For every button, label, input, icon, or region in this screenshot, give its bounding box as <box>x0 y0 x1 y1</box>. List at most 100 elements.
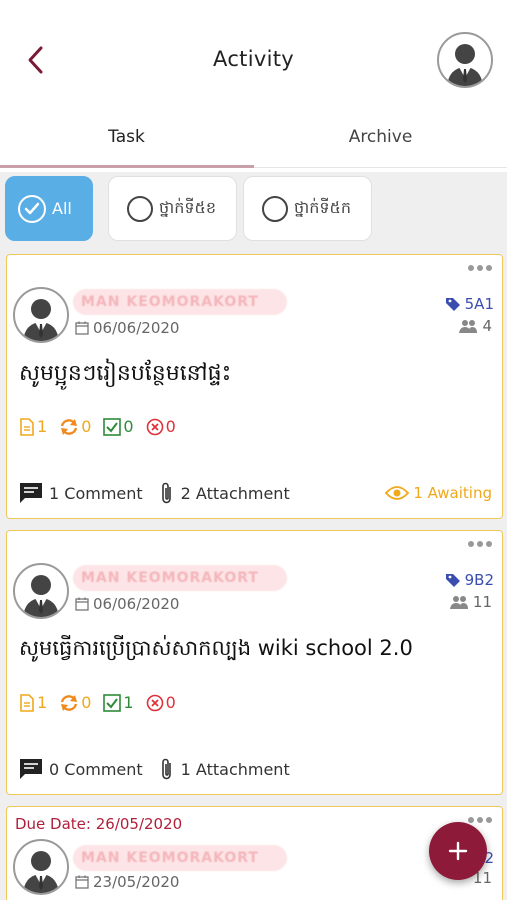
task-card[interactable]: MAN KEOMORAKORT 06/06/2020 5A1 4 សូមប្អូ… <box>6 254 503 519</box>
stat-files: 1 <box>19 417 47 436</box>
stat-rejected: 0 <box>146 693 176 712</box>
stat-rejected-value: 0 <box>165 693 176 712</box>
check-circle-icon <box>18 194 46 223</box>
author-avatar <box>13 563 69 619</box>
paperclip-icon <box>161 758 171 780</box>
comment-icon <box>20 483 42 503</box>
stat-files: 1 <box>19 693 47 712</box>
checkbox-icon <box>103 417 122 436</box>
document-icon <box>20 417 34 436</box>
task-stats: 1 0 0 0 <box>19 417 176 436</box>
author-avatar <box>13 287 69 343</box>
cancel-circle-icon <box>146 418 163 435</box>
sync-icon <box>61 694 78 711</box>
stat-done-value: 1 <box>123 693 134 712</box>
calendar-icon <box>75 597 89 611</box>
post-date: 06/06/2020 <box>75 319 179 337</box>
sync-icon <box>61 418 78 435</box>
filter-all-label: All <box>52 199 72 218</box>
post-date-text: 06/06/2020 <box>93 595 180 613</box>
class-tag: 5A1 <box>445 295 494 313</box>
tab-bar: Task Archive <box>0 118 507 168</box>
app-header: Activity <box>0 0 507 118</box>
stat-pending-value: 0 <box>81 693 92 712</box>
filter-all[interactable]: All <box>5 176 93 241</box>
author-name: MAN KEOMORAKORT <box>73 565 287 591</box>
task-list: MAN KEOMORAKORT 06/06/2020 5A1 4 សូមប្អូ… <box>0 246 507 900</box>
attachments-text: 2 Attachment <box>180 483 290 503</box>
tag-icon <box>445 574 460 587</box>
filter-class-5b[interactable]: ថ្នាក់ទី៥ខ <box>108 176 237 241</box>
user-avatar-icon <box>23 851 59 893</box>
task-stats: 1 0 1 0 <box>19 693 176 712</box>
awaiting-text: 1 Awaiting <box>413 484 492 502</box>
stat-files-value: 1 <box>37 417 48 436</box>
class-tag-text: 9B2 <box>464 571 494 589</box>
more-options-icon[interactable] <box>468 541 492 547</box>
stat-pending: 0 <box>59 417 91 436</box>
card-footer: 0 Comment 1 Attachment <box>19 757 492 781</box>
tab-task[interactable]: Task <box>0 118 253 168</box>
card-footer: 1 Comment 2 Attachment 1 Awaiting <box>19 481 492 505</box>
group-icon <box>459 320 478 333</box>
user-avatar-icon <box>23 575 59 617</box>
calendar-icon <box>75 321 89 335</box>
filter-class-5a-label: ថ្នាក់ទី៥ក <box>294 197 352 217</box>
awaiting-status[interactable]: 1 Awaiting <box>385 484 492 502</box>
filter-class-5a[interactable]: ថ្នាក់ទី៥ក <box>243 176 372 241</box>
member-count: 11 <box>449 593 492 611</box>
stat-pending-value: 0 <box>81 417 92 436</box>
stat-done: 0 <box>103 417 134 436</box>
comments-button[interactable]: 1 Comment <box>19 482 143 504</box>
attachments-button[interactable]: 1 Attachment <box>159 757 290 781</box>
tag-icon <box>445 298 460 311</box>
stat-files-value: 1 <box>37 693 48 712</box>
more-options-icon[interactable] <box>468 265 492 271</box>
stat-rejected: 0 <box>146 417 176 436</box>
page-title: Activity <box>213 47 294 71</box>
radio-unchecked-icon <box>262 195 288 222</box>
task-card[interactable]: MAN KEOMORAKORT 06/06/2020 9B2 11 សូមធ្វ… <box>6 530 503 795</box>
author-name: MAN KEOMORAKORT <box>73 289 287 315</box>
radio-unchecked-icon <box>127 195 153 222</box>
class-tag: 9B2 <box>445 571 494 589</box>
plus-icon <box>448 841 468 861</box>
stat-done-value: 0 <box>123 417 134 436</box>
member-count-text: 11 <box>472 593 492 611</box>
tab-archive[interactable]: Archive <box>254 118 507 168</box>
paperclip-icon <box>161 482 171 504</box>
attachments-text: 1 Attachment <box>180 759 290 779</box>
active-tab-indicator <box>0 165 254 168</box>
eye-icon <box>385 486 410 500</box>
checkbox-icon <box>103 693 122 712</box>
cancel-circle-icon <box>146 694 163 711</box>
group-icon <box>449 596 468 609</box>
document-icon <box>20 693 34 712</box>
profile-avatar[interactable] <box>437 32 493 88</box>
stat-done: 1 <box>103 693 134 712</box>
stat-rejected-value: 0 <box>165 417 176 436</box>
task-title: សូមប្អូនៗរៀនបន្ថែមនៅផ្ទះ <box>19 361 232 386</box>
comments-text: 1 Comment <box>49 483 143 503</box>
task-title: សូមធ្វើការប្រើប្រាស់សាកល្បង wiki school … <box>19 636 413 660</box>
author-avatar <box>13 839 69 895</box>
calendar-icon <box>75 875 89 889</box>
comments-text: 0 Comment <box>49 759 143 779</box>
post-date: 23/05/2020 <box>75 873 179 891</box>
comments-button[interactable]: 0 Comment <box>19 758 143 780</box>
member-count: 4 <box>458 317 492 335</box>
member-count-text: 4 <box>482 317 492 335</box>
more-options-icon[interactable] <box>468 817 492 823</box>
user-avatar-icon <box>23 299 59 341</box>
class-tag-text: 5A1 <box>464 295 494 313</box>
due-date: Due Date: 26/05/2020 <box>15 815 183 833</box>
post-date: 06/06/2020 <box>75 595 179 613</box>
comment-icon <box>20 759 42 779</box>
author-name: MAN KEOMORAKORT <box>73 845 287 871</box>
user-avatar-icon <box>447 44 483 86</box>
filter-class-5b-label: ថ្នាក់ទី៥ខ <box>159 197 217 217</box>
add-task-button[interactable] <box>429 822 487 880</box>
stat-pending: 0 <box>59 693 91 712</box>
attachments-button[interactable]: 2 Attachment <box>159 481 290 505</box>
post-date-text: 06/06/2020 <box>93 319 180 337</box>
